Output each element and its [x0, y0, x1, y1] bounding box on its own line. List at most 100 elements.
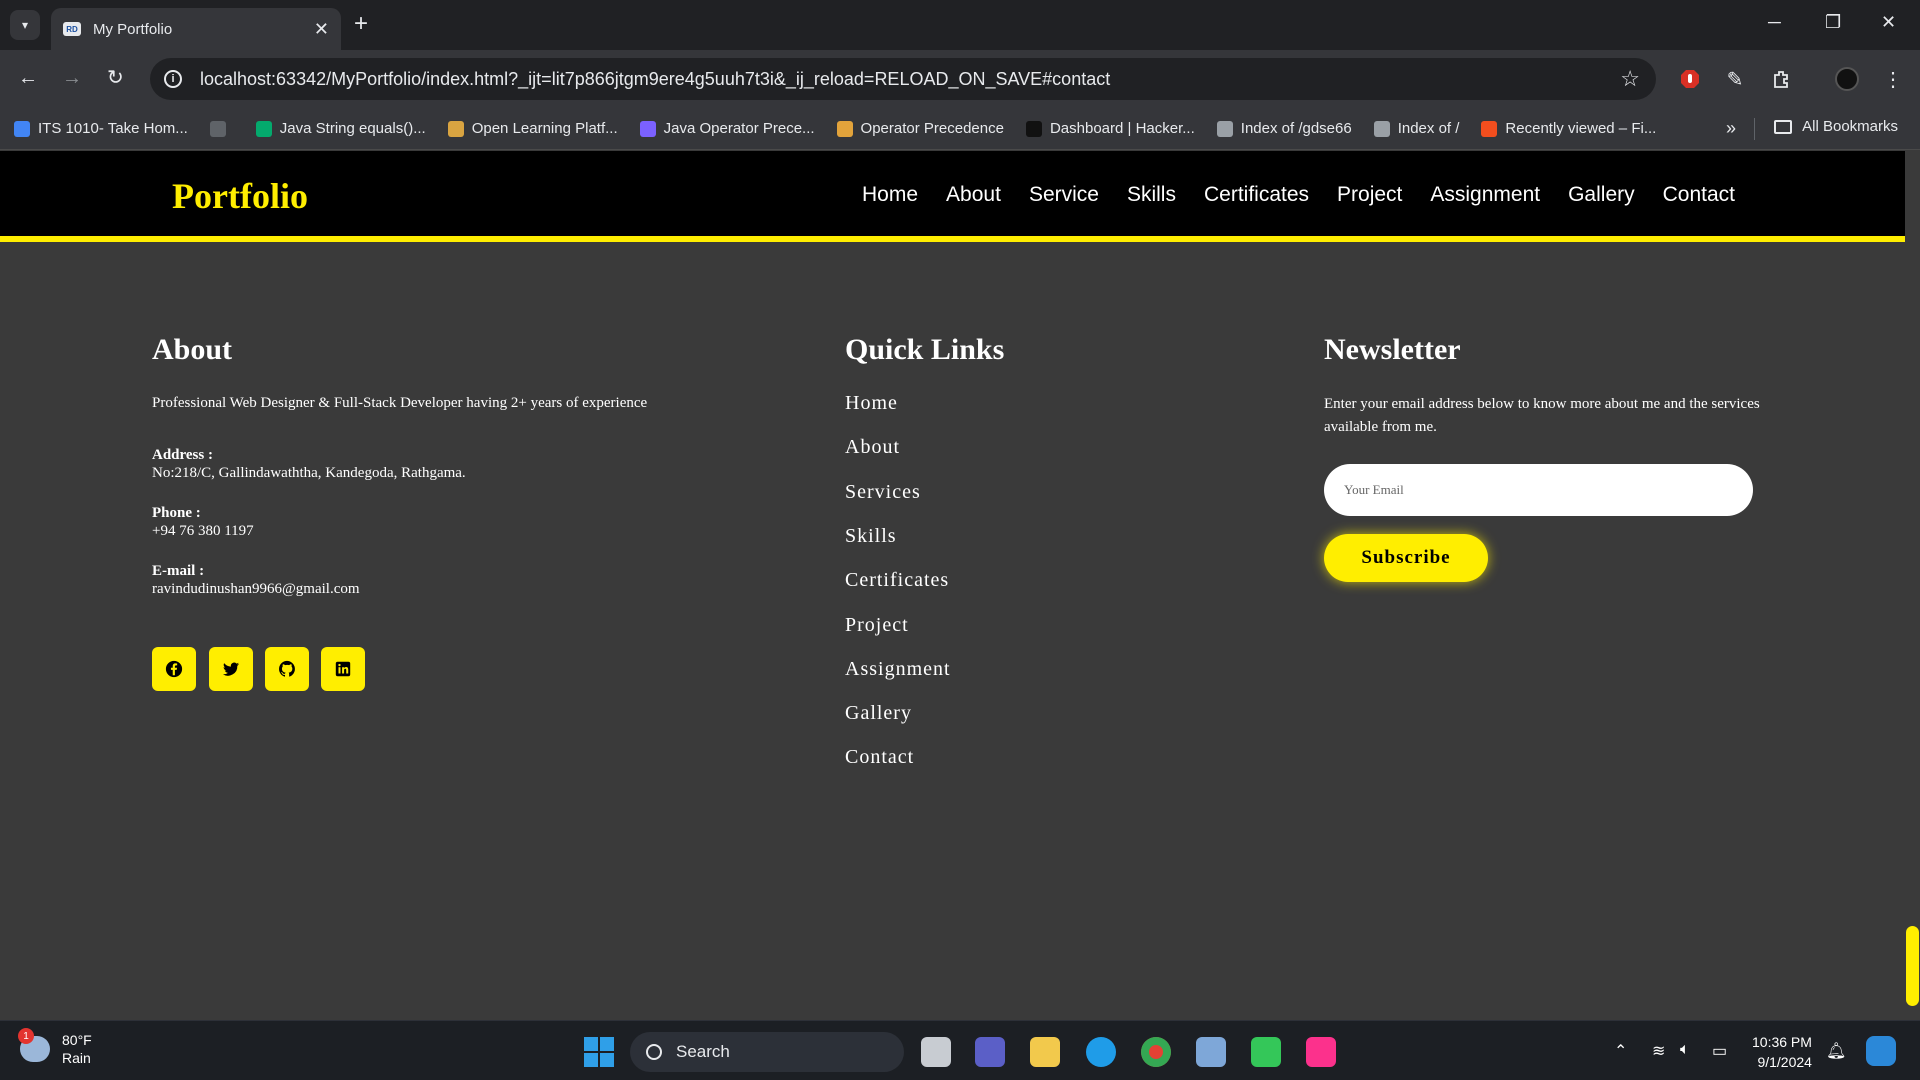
quick-link-gallery[interactable]: Gallery	[845, 702, 912, 725]
twitter-button[interactable]	[209, 647, 253, 691]
nav-link-project[interactable]: Project	[1337, 183, 1402, 207]
back-icon[interactable]: ←	[18, 68, 38, 88]
nav-link-gallery[interactable]: Gallery	[1568, 183, 1635, 207]
volume-icon[interactable]: 🔈︎	[1680, 1041, 1690, 1059]
weather-widget[interactable]: 1 80°F Rain	[18, 1028, 92, 1067]
bookmark-label: Index of /gdse66	[1240, 120, 1352, 137]
browser-toolbar: ← → ↻ i localhost:63342/MyPortfolio/inde…	[0, 50, 1920, 108]
quick-link-contact[interactable]: Contact	[845, 746, 914, 769]
site-info-icon[interactable]: i	[164, 70, 182, 88]
scrollbar-thumb[interactable]	[1906, 926, 1919, 1006]
github-button[interactable]	[265, 647, 309, 691]
windows-start-icon[interactable]	[584, 1037, 614, 1067]
bookmarks-overflow-icon[interactable]: »	[1726, 118, 1736, 139]
tab-title: My Portfolio	[93, 20, 173, 38]
bookmark-item[interactable]: Java String equals()...	[255, 120, 426, 137]
quick-link-project[interactable]: Project	[845, 614, 909, 637]
blue-person-icon	[14, 120, 30, 137]
quick-link-skills[interactable]: Skills	[845, 525, 897, 548]
subscribe-button[interactable]: Subscribe	[1324, 534, 1488, 582]
browser-menu-icon[interactable]: ⋮	[1880, 66, 1906, 92]
browser-tab-bar: ▾ RD My Portfolio ✕ + ─ ❐ ✕	[0, 0, 1920, 50]
bookmark-item[interactable]: Index of /gdse66	[1216, 120, 1352, 137]
notification-bell-icon[interactable]: 🔔︎	[1826, 1041, 1846, 1061]
nav-link-about[interactable]: About	[946, 183, 1001, 207]
nav-link-home[interactable]: Home	[862, 183, 918, 207]
bookmark-item[interactable]: Index of /	[1373, 120, 1459, 137]
bookmark-star-icon[interactable]: ☆	[1620, 66, 1640, 92]
tab-search-button[interactable]: ▾	[10, 10, 40, 40]
quick-link-home[interactable]: Home	[845, 392, 898, 415]
bookmark-item[interactable]: Open Learning Platf...	[447, 120, 618, 137]
bookmark-label: Java Operator Prece...	[663, 120, 815, 137]
file-explorer-icon[interactable]	[1030, 1037, 1060, 1067]
quick-link-assignment[interactable]: Assignment	[845, 658, 951, 681]
phone-label: Phone :	[152, 505, 201, 521]
extension-adblock-icon[interactable]	[1677, 66, 1703, 92]
clock-date: 9/1/2024	[1757, 1054, 1812, 1070]
eyedropper-icon[interactable]: ✎	[1722, 66, 1748, 92]
app-icon[interactable]	[1251, 1037, 1281, 1067]
site-nav-links: Home About Service Skills Certificates Projec…	[834, 183, 1735, 207]
feather-icon	[639, 120, 656, 137]
bookmark-label: Java String equals()...	[279, 120, 426, 137]
task-view-icon[interactable]	[921, 1037, 951, 1067]
photos-icon[interactable]	[1196, 1037, 1226, 1067]
facebook-icon	[165, 660, 183, 678]
copilot-icon[interactable]	[1866, 1036, 1896, 1066]
restore-icon[interactable]: ❐	[1825, 12, 1841, 33]
battery-icon[interactable]: ▭	[1712, 1041, 1727, 1061]
windows-taskbar: 1 80°F Rain Search ⌃ ≋ 🔈︎ ▭ 10:36 PM 9/1…	[0, 1020, 1920, 1080]
close-window-icon[interactable]: ✕	[1881, 12, 1896, 33]
teams-icon[interactable]	[975, 1037, 1005, 1067]
forward-icon[interactable]: →	[62, 68, 82, 88]
taskbar-clock[interactable]: 10:36 PM 9/1/2024	[1752, 1032, 1812, 1072]
crest-icon	[447, 120, 464, 137]
all-bookmarks-button[interactable]: All Bookmarks	[1774, 118, 1898, 135]
tray-overflow-icon[interactable]: ⌃	[1614, 1041, 1627, 1061]
page-scrollbar[interactable]	[1905, 151, 1920, 1020]
nav-link-assignment[interactable]: Assignment	[1430, 183, 1540, 207]
tab-favicon-icon: RD	[63, 22, 81, 36]
bookmark-label: Recently viewed – Fi...	[1505, 120, 1657, 137]
tab-close-icon[interactable]: ✕	[314, 19, 329, 40]
twitter-icon	[222, 662, 240, 676]
email-value: ravindudinushan9966@gmail.com	[152, 581, 360, 597]
wifi-icon[interactable]: ≋	[1652, 1041, 1665, 1061]
weather-temp: 80°F	[62, 1032, 92, 1048]
reload-icon[interactable]: ↻	[107, 68, 124, 88]
profile-avatar[interactable]	[1834, 66, 1860, 92]
bookmark-item[interactable]: Recently viewed – Fi...	[1481, 120, 1656, 137]
facebook-button[interactable]	[152, 647, 196, 691]
bookmark-item[interactable]: Dashboard | Hacker...	[1025, 120, 1195, 137]
site-logo[interactable]: Portfolio	[172, 175, 308, 217]
quick-link-about[interactable]: About	[845, 436, 900, 459]
nav-link-contact[interactable]: Contact	[1663, 183, 1735, 207]
url-text[interactable]: localhost:63342/MyPortfolio/index.html?_…	[200, 69, 1620, 90]
footer-section: About Professional Web Designer & Full-S…	[0, 248, 1905, 1020]
nav-link-service[interactable]: Service	[1029, 183, 1099, 207]
bookmark-item[interactable]: ITS 1010- Take Hom...	[14, 120, 188, 137]
minimize-icon[interactable]: ─	[1768, 12, 1781, 33]
newsletter-description: Enter your email address below to know m…	[1324, 396, 1760, 435]
folder-icon	[1774, 119, 1793, 134]
linkedin-button[interactable]	[321, 647, 365, 691]
address-bar[interactable]: i localhost:63342/MyPortfolio/index.html…	[150, 58, 1656, 100]
intellij-icon[interactable]	[1306, 1037, 1336, 1067]
quick-link-services[interactable]: Services	[845, 481, 921, 504]
taskbar-search[interactable]: Search	[630, 1032, 904, 1072]
newsletter-email-input[interactable]	[1324, 464, 1753, 516]
nav-link-skills[interactable]: Skills	[1127, 183, 1176, 207]
newsletter-heading: Newsletter	[1324, 333, 1461, 366]
chrome-icon[interactable]	[1141, 1037, 1171, 1067]
bookmark-item[interactable]: Operator Precedence	[836, 120, 1004, 137]
nav-link-certificates[interactable]: Certificates	[1204, 183, 1309, 207]
extensions-icon[interactable]	[1768, 66, 1794, 92]
bookmark-item[interactable]	[209, 120, 234, 137]
edge-icon[interactable]	[1086, 1037, 1116, 1067]
active-tab[interactable]: RD My Portfolio ✕	[51, 8, 341, 50]
new-tab-button[interactable]: +	[354, 12, 368, 36]
bookmark-item[interactable]: Java Operator Prece...	[639, 120, 815, 137]
quick-link-certificates[interactable]: Certificates	[845, 569, 949, 592]
globe-icon	[1373, 120, 1390, 137]
